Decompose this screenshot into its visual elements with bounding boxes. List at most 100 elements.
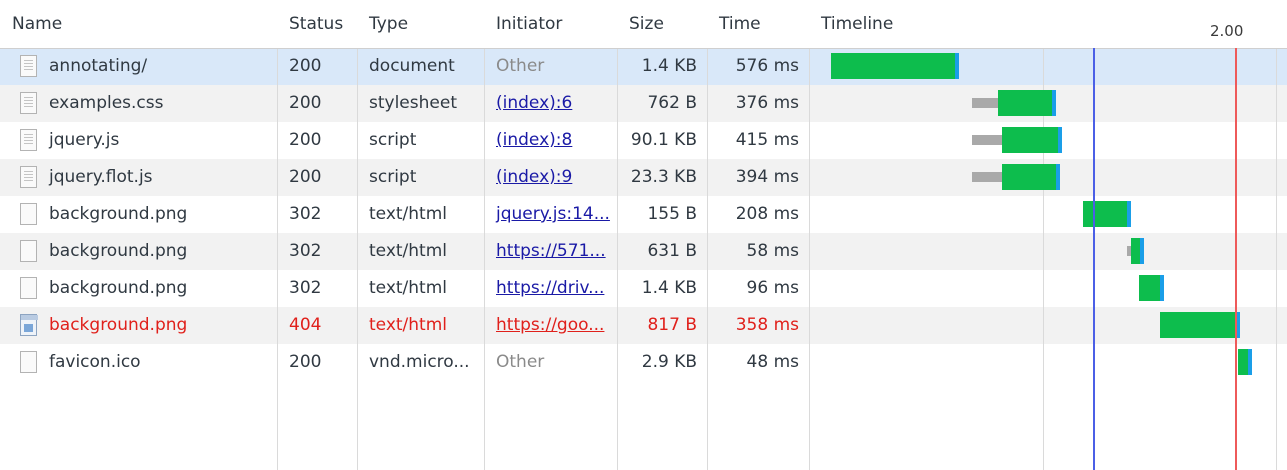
column-divider	[707, 0, 708, 470]
name-cell[interactable]: background.png	[0, 270, 277, 307]
status-value: 200	[289, 352, 322, 372]
timeline-waiting-bar	[972, 135, 1002, 145]
document-icon	[20, 92, 37, 114]
time-value: 58 ms	[746, 241, 799, 261]
name-cell[interactable]: jquery.flot.js	[0, 159, 277, 196]
initiator-cell[interactable]: (index):8	[484, 122, 617, 159]
status-value: 302	[289, 204, 322, 224]
initiator-cell: Other	[484, 48, 617, 85]
type-cell: script	[357, 159, 484, 196]
size-value: 817 B	[647, 315, 697, 335]
size-value: 762 B	[647, 93, 697, 113]
initiator-cell[interactable]: jquery.js:14...	[484, 196, 617, 233]
timeline-download-bar	[1131, 238, 1144, 264]
time-cell: 415 ms	[707, 122, 809, 159]
size-cell: 817 B	[617, 307, 707, 344]
status-value: 302	[289, 241, 322, 261]
name-cell[interactable]: examples.css	[0, 85, 277, 122]
size-cell: 90.1 KB	[617, 122, 707, 159]
column-header-time[interactable]: Time	[707, 0, 809, 48]
status-cell: 200	[277, 344, 357, 381]
timeline-grid-line	[1043, 0, 1044, 470]
name-cell[interactable]: annotating/	[0, 48, 277, 85]
column-header-initiator[interactable]: Initiator	[484, 0, 617, 48]
initiator-cell[interactable]: https://571...	[484, 233, 617, 270]
column-header-type[interactable]: Type	[357, 0, 484, 48]
column-divider	[617, 0, 618, 470]
name-cell[interactable]: jquery.js	[0, 122, 277, 159]
request-name: background.png	[49, 241, 188, 261]
size-cell: 762 B	[617, 85, 707, 122]
name-cell[interactable]: background.png	[0, 307, 277, 344]
status-value: 404	[289, 315, 322, 335]
column-header-status[interactable]: Status	[277, 0, 357, 48]
type-value: text/html	[369, 278, 448, 298]
initiator-link[interactable]: https://571...	[496, 241, 606, 261]
type-value: script	[369, 167, 417, 187]
request-name: jquery.flot.js	[49, 167, 153, 187]
request-name: annotating/	[49, 56, 148, 76]
initiator-cell[interactable]: (index):9	[484, 159, 617, 196]
timeline-tick-label: 2.00	[1210, 22, 1244, 40]
type-value: document	[369, 56, 455, 76]
time-value: 358 ms	[735, 315, 799, 335]
size-value: 1.4 KB	[641, 278, 697, 298]
timeline-download-bar	[831, 53, 959, 79]
type-cell: script	[357, 122, 484, 159]
request-name: background.png	[49, 315, 188, 335]
initiator-link[interactable]: jquery.js:14...	[496, 204, 610, 224]
type-cell: text/html	[357, 233, 484, 270]
type-cell: text/html	[357, 270, 484, 307]
name-cell[interactable]: background.png	[0, 196, 277, 233]
time-value: 415 ms	[735, 130, 799, 150]
time-cell: 96 ms	[707, 270, 809, 307]
status-cell: 404	[277, 307, 357, 344]
column-header-size[interactable]: Size	[617, 0, 707, 48]
initiator-link[interactable]: (index):9	[496, 167, 572, 187]
request-name: jquery.js	[49, 130, 120, 150]
initiator-cell[interactable]: (index):6	[484, 85, 617, 122]
status-cell: 302	[277, 270, 357, 307]
size-cell: 23.3 KB	[617, 159, 707, 196]
initiator-text: Other	[496, 56, 545, 76]
blank-file-icon	[20, 277, 37, 299]
column-divider	[277, 0, 278, 470]
type-value: vnd.micro...	[369, 352, 470, 372]
size-value: 23.3 KB	[630, 167, 697, 187]
column-header-name[interactable]: Name	[0, 0, 277, 48]
size-cell: 1.4 KB	[617, 48, 707, 85]
type-cell: document	[357, 48, 484, 85]
initiator-cell[interactable]: https://driv...	[484, 270, 617, 307]
type-value: text/html	[369, 315, 448, 335]
status-cell: 200	[277, 159, 357, 196]
type-cell: text/html	[357, 307, 484, 344]
status-value: 200	[289, 93, 322, 113]
timeline-waiting-bar	[972, 172, 1002, 182]
size-cell: 1.4 KB	[617, 270, 707, 307]
request-name: examples.css	[49, 93, 164, 113]
time-value: 96 ms	[746, 278, 799, 298]
status-value: 200	[289, 56, 322, 76]
name-cell[interactable]: background.png	[0, 233, 277, 270]
blank-file-icon	[20, 351, 37, 373]
initiator-link[interactable]: (index):8	[496, 130, 572, 150]
time-cell: 376 ms	[707, 85, 809, 122]
size-value: 631 B	[647, 241, 697, 261]
timeline-download-bar	[998, 90, 1056, 116]
initiator-cell: Other	[484, 344, 617, 381]
initiator-link[interactable]: https://driv...	[496, 278, 604, 298]
blank-file-icon	[20, 240, 37, 262]
timeline-download-bar	[1002, 127, 1062, 153]
request-name: background.png	[49, 278, 188, 298]
name-cell[interactable]: favicon.ico	[0, 344, 277, 381]
time-cell: 208 ms	[707, 196, 809, 233]
initiator-cell[interactable]: https://goo...	[484, 307, 617, 344]
timeline-download-bar	[1002, 164, 1060, 190]
initiator-link[interactable]: (index):6	[496, 93, 572, 113]
initiator-link[interactable]: https://goo...	[496, 315, 604, 335]
timeline-download-bar	[1083, 201, 1131, 227]
status-cell: 200	[277, 48, 357, 85]
status-value: 200	[289, 130, 322, 150]
time-cell: 48 ms	[707, 344, 809, 381]
status-cell: 302	[277, 196, 357, 233]
